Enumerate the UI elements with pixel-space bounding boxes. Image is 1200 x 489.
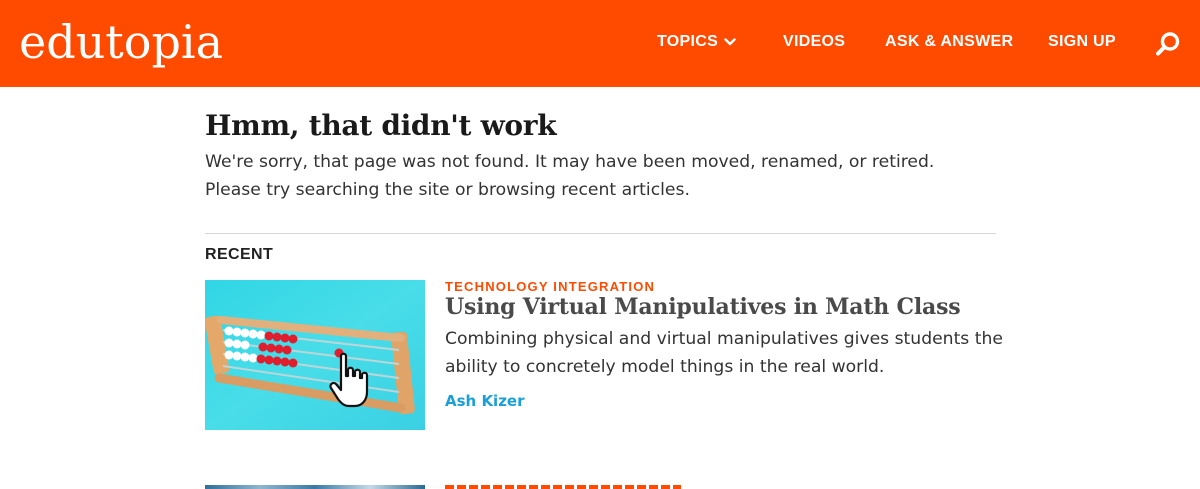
not-found-message: We're sorry, that page was not found. It… bbox=[205, 152, 935, 200]
recent-heading: RECENT bbox=[205, 246, 274, 263]
nav-topics[interactable]: TOPICS bbox=[657, 33, 736, 51]
next-article-thumbnail[interactable] bbox=[205, 485, 425, 489]
article-author[interactable]: Ash Kizer bbox=[445, 392, 525, 410]
next-article-category[interactable] bbox=[445, 485, 681, 489]
article-description: Combining physical and virtual manipulat… bbox=[445, 329, 1003, 377]
divider bbox=[205, 233, 996, 234]
nav-topics-label: TOPICS bbox=[657, 33, 719, 50]
nav-videos[interactable]: VIDEOS bbox=[783, 33, 845, 51]
nav-ask-answer-label: ASK & ANSWER bbox=[885, 33, 1014, 50]
edutopia-logo[interactable]: edutopia bbox=[19, 14, 223, 70]
nav-ask-answer[interactable]: ASK & ANSWER bbox=[885, 33, 1013, 51]
nav-videos-label: VIDEOS bbox=[783, 33, 846, 50]
search-icon[interactable] bbox=[1155, 31, 1181, 57]
article-card: TECHNOLOGY INTEGRATION Using Virtual Man… bbox=[205, 279, 1003, 430]
chevron-down-icon bbox=[724, 38, 736, 46]
article-thumbnail[interactable] bbox=[205, 280, 425, 430]
nav-sign-up[interactable]: SIGN UP bbox=[1048, 33, 1116, 51]
page-title: Hmm, that didn't work bbox=[205, 109, 557, 142]
next-article-card bbox=[205, 485, 996, 489]
article-title[interactable]: Using Virtual Manipulatives in Math Clas… bbox=[445, 294, 961, 320]
site-header: edutopia TOPICS VIDEOS ASK & ANSWER SIGN… bbox=[0, 0, 1200, 87]
nav-sign-up-label: SIGN UP bbox=[1048, 33, 1116, 50]
article-category[interactable]: TECHNOLOGY INTEGRATION bbox=[445, 279, 655, 294]
